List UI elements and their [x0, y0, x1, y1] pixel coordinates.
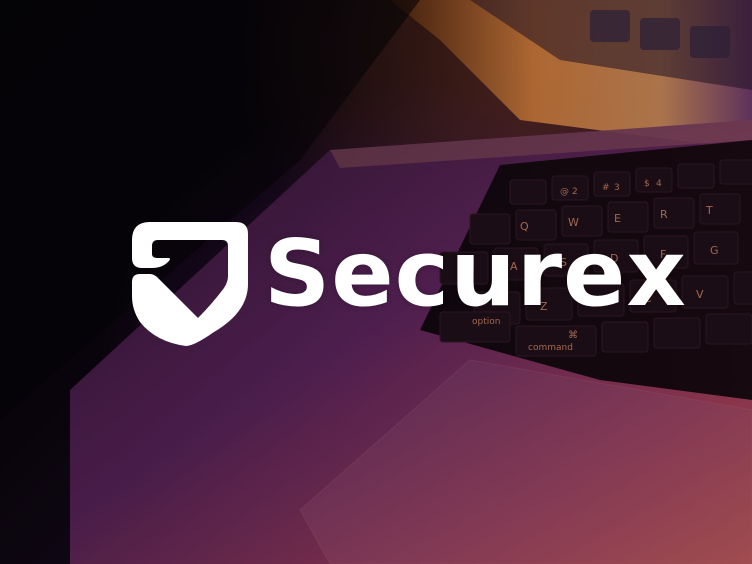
hero-banner: Q W E R T A S D F G Z X C V @ 2 # 3 $ 4 [0, 0, 752, 564]
brand-wordmark: Securex [264, 220, 687, 327]
shield-s-icon [132, 222, 248, 346]
